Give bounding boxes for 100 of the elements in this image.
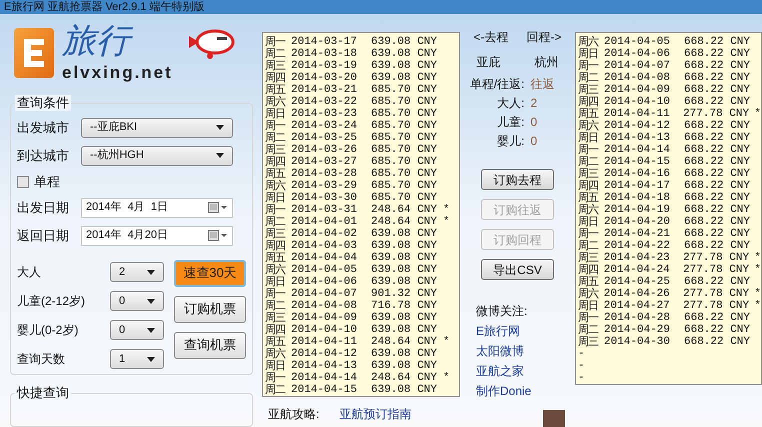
- date-text: 2014-04-13: [291, 360, 358, 372]
- weibo-link[interactable]: 亚航之家: [476, 362, 532, 380]
- price-text: 668.22 CNY: [684, 276, 752, 288]
- summary-label: 大人:: [496, 94, 524, 112]
- date-text: 2014-04-29: [604, 324, 672, 336]
- summary-label: 婴儿:: [496, 132, 524, 150]
- date-text: 2014-04-07: [291, 288, 358, 300]
- date-text: 2014-04-05: [604, 36, 672, 48]
- price-text: 685.70 CNY: [371, 108, 438, 120]
- arrival-city-dropdown[interactable]: --杭州HGH: [81, 146, 233, 166]
- price-text: 277.78 CNY: [683, 108, 750, 120]
- weekday-text: 周三: [578, 252, 600, 264]
- low-price-mark: *: [754, 252, 761, 264]
- guide-link[interactable]: 亚航预订指南: [339, 405, 412, 423]
- logo-text: elvxing.net: [62, 62, 173, 84]
- date-text: 2014-03-29: [291, 180, 358, 192]
- action-button[interactable]: 订购去程: [481, 169, 554, 190]
- photo-placeholder: [543, 410, 565, 427]
- weekday-text: 周三: [265, 312, 286, 324]
- price-text: 639.08 CNY: [371, 36, 438, 48]
- price-text: 685.70 CNY: [371, 156, 438, 168]
- caret-icon: [147, 298, 155, 304]
- weibo-label: 微博关注:: [476, 303, 528, 320]
- return-heading: 回程->: [526, 29, 562, 46]
- calendar-icon: [208, 202, 228, 214]
- price-text: 668.22 CNY: [684, 72, 752, 84]
- low-price-mark: *: [443, 204, 450, 216]
- weekday-text: 周六: [578, 36, 600, 48]
- weekday-text: 周四: [265, 324, 286, 336]
- low-price-mark: *: [443, 336, 450, 348]
- weekday-text: 周一: [578, 60, 600, 72]
- weekday-text: 周二: [265, 132, 286, 144]
- caret-icon: [147, 328, 155, 333]
- price-text: 248.64 CNY: [371, 336, 438, 348]
- count-dropdown[interactable]: 0: [110, 291, 164, 312]
- weekday-text: 周二: [265, 48, 286, 60]
- weekday-text: 周四: [578, 96, 599, 108]
- outbound-heading: <-去程: [473, 29, 508, 46]
- weekday-text: 周五: [265, 84, 286, 96]
- weekday-text: 周五: [265, 252, 286, 264]
- date-text: 2014-03-25: [291, 132, 358, 144]
- weekday-text: 周日: [578, 216, 599, 228]
- date-text: 2014-04-20: [604, 216, 672, 228]
- price-text: 668.22 CNY: [684, 132, 752, 144]
- weibo-link[interactable]: E旅行网: [476, 322, 532, 340]
- weekday-text: 周三: [578, 168, 600, 180]
- date-text: 2014-04-30: [604, 336, 672, 348]
- one-way-checkbox[interactable]: [17, 176, 29, 188]
- weekday-text: 周三: [578, 84, 600, 96]
- count-dropdown[interactable]: 0: [110, 320, 164, 340]
- weekday-text: 周六: [265, 180, 286, 192]
- date-text: 2014-04-02: [291, 228, 358, 240]
- date-field[interactable]: 2014年 4月 1日: [81, 198, 233, 218]
- departure-city-dropdown[interactable]: --亚庇BKI: [81, 118, 233, 138]
- count-dropdown[interactable]: 2: [110, 262, 164, 282]
- query-button[interactable]: 订购机票: [174, 296, 246, 323]
- origin-city: 亚庇: [476, 54, 500, 71]
- weekday-text: 周一: [265, 204, 286, 216]
- price-text: 685.70 CNY: [371, 144, 438, 156]
- price-text: 277.78 CNY: [683, 264, 750, 276]
- count-dropdown[interactable]: 1: [110, 349, 164, 370]
- weekday-text: 周四: [265, 156, 286, 168]
- weekday-text: 周二: [265, 384, 286, 396]
- weekday-text: 周二: [578, 324, 600, 336]
- weekday-text: 周日: [265, 360, 286, 372]
- date-text: 2014-04-15: [291, 384, 358, 396]
- price-text: 668.22 CNY: [684, 36, 752, 48]
- price-text: 685.70 CNY: [371, 84, 438, 96]
- date-text: 2014-03-19: [291, 60, 358, 72]
- price-text: 685.70 CNY: [371, 96, 438, 108]
- date-text: 2014-04-09: [291, 312, 358, 324]
- low-price-mark: *: [754, 108, 761, 120]
- action-button[interactable]: 导出CSV: [481, 259, 554, 280]
- e-logo-icon: [14, 28, 54, 78]
- weekday-text: 周日: [578, 300, 599, 312]
- summary-label: 单程/往返:: [468, 76, 524, 92]
- weibo-link[interactable]: 制作Donie: [476, 382, 532, 400]
- weibo-link[interactable]: 太阳微博: [476, 342, 532, 360]
- query-button[interactable]: 查询机票: [174, 332, 246, 359]
- date-field[interactable]: 2014年 4月20日: [81, 226, 233, 246]
- count-label: 查询天数: [17, 351, 66, 368]
- group-title: 查询条件: [15, 94, 71, 111]
- date-text: 2014-03-31: [291, 204, 358, 216]
- weekday-text: 周一: [265, 120, 286, 132]
- date-text: 2014-03-27: [291, 156, 358, 168]
- date-text: 2014-03-17: [291, 36, 358, 48]
- price-text: 639.08 CNY: [371, 276, 438, 288]
- price-text: 277.78 CNY: [683, 300, 750, 312]
- empty-row-mark: -: [578, 360, 585, 372]
- price-text: 277.78 CNY: [683, 252, 750, 264]
- price-text: 668.22 CNY: [684, 96, 752, 108]
- low-price-mark: *: [754, 300, 761, 312]
- count-label: 儿童(2-12岁): [17, 293, 86, 310]
- date-text: 2014-04-08: [291, 300, 358, 312]
- weekday-text: 周六: [578, 120, 600, 132]
- weekday-text: 周六: [265, 96, 286, 108]
- date-text: 2014-04-27: [604, 300, 671, 312]
- price-text: 668.22 CNY: [684, 48, 752, 60]
- query-button[interactable]: 速查30天: [174, 260, 246, 287]
- date-text: 2014-03-20: [291, 72, 358, 84]
